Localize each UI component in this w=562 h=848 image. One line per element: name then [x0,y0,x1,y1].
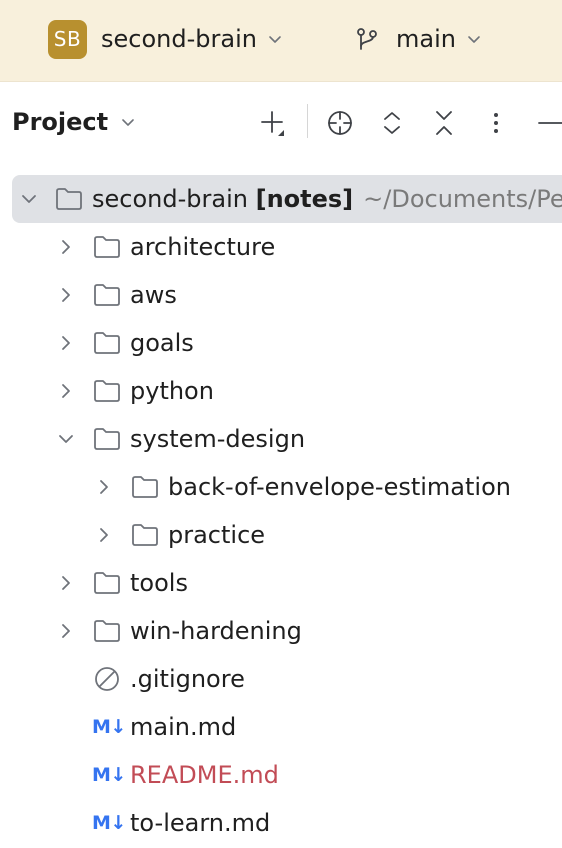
folder-icon [132,476,158,498]
toolbar-separator [307,104,308,138]
branch-name: main [396,25,456,53]
options-button[interactable] [479,106,513,140]
collapse-all-button[interactable] [427,106,461,140]
tree-item-to-learn-md[interactable]: M↓ to-learn.md [0,799,562,847]
tree-item-back-of-envelope-estimation[interactable]: back-of-envelope-estimation [0,463,562,511]
new-element-button[interactable] [256,106,290,140]
crosshair-icon [328,111,352,135]
chevron-right-icon[interactable] [57,622,75,640]
project-path: ~/Documents/Pe [363,185,562,213]
folder-icon [94,284,120,306]
project-switcher[interactable]: SB second-brain [48,18,283,60]
tree-item-label: architecture [130,233,276,261]
tool-window-title: Project [12,108,109,136]
project-name: second-brain [92,185,248,213]
chevron-down-icon [269,36,281,43]
folder-icon [94,380,120,402]
markdown-icon: M↓ [92,764,126,786]
view-selector[interactable]: Project [12,108,136,136]
tree-item-tools[interactable]: tools [0,559,562,607]
tree-item-label: README.md [130,761,279,789]
main-toolbar: SB second-brain main [0,0,562,82]
tree-item-main-md[interactable]: M↓ main.md [0,703,562,751]
tree-item-win-hardening[interactable]: win-hardening [0,607,562,655]
more-vertical-icon [494,113,498,133]
tree-item-label: .gitignore [130,665,245,693]
tree-item-goals[interactable]: goals [0,319,562,367]
tree-item-readme-md[interactable]: M↓ README.md [0,751,562,799]
ignore-file-icon [95,667,119,691]
folder-icon [94,236,120,258]
markdown-icon: M↓ [92,812,126,834]
chevron-down-icon [468,36,480,43]
tree-item-label: practice [168,521,266,549]
tree-item-label: back-of-envelope-estimation [168,473,511,501]
chevron-right-icon[interactable] [57,238,75,256]
tree-item-label: aws [130,281,177,309]
hide-button[interactable] [531,106,562,140]
tree-item-label: win-hardening [130,617,302,645]
tree-item-label: goals [130,329,194,357]
branch-switcher[interactable]: main [354,18,482,60]
tree-root[interactable]: second-brain [notes] ~/Documents/Pe [12,175,562,223]
tree-item-aws[interactable]: aws [0,271,562,319]
chevron-down-icon[interactable] [20,190,38,208]
tree-item-architecture[interactable]: architecture [0,223,562,271]
chevron-right-icon[interactable] [57,286,75,304]
chevron-right-icon[interactable] [95,526,113,544]
markdown-icon: M↓ [92,716,126,738]
collapse-all-icon [436,111,452,135]
tree-item-gitignore[interactable]: .gitignore [0,655,562,703]
folder-icon [94,428,120,450]
expand-all-icon [384,112,400,134]
chevron-down-icon [122,119,134,126]
folder-icon [94,332,120,354]
git-branch-icon [357,28,377,50]
expand-all-button[interactable] [375,106,409,140]
tree-item-label: to-learn.md [130,809,271,837]
locate-file-button[interactable] [323,106,357,140]
tree-item-system-design[interactable]: system-design [0,415,562,463]
folder-icon [56,188,82,210]
folder-icon [94,572,120,594]
tree-root-label: second-brain [notes] ~/Documents/Pe [92,183,562,215]
chevron-right-icon[interactable] [95,478,113,496]
project-tool-window-header: Project [0,100,562,152]
folder-icon [132,524,158,546]
chevron-right-icon[interactable] [57,574,75,592]
tree-item-practice[interactable]: practice [0,511,562,559]
chevron-down-icon[interactable] [57,430,75,448]
tree-item-label: main.md [130,713,237,741]
project-tree: second-brain [notes] ~/Documents/Pe archi… [0,175,562,847]
folder-icon [94,620,120,642]
chevron-right-icon[interactable] [57,382,75,400]
tree-item-label: system-design [130,425,306,453]
project-avatar: SB [48,19,87,59]
tree-item-label: tools [130,569,188,597]
tree-item-python[interactable]: python [0,367,562,415]
module-qualifier: [notes] [255,185,354,213]
plus-icon [261,111,284,136]
chevron-right-icon[interactable] [57,334,75,352]
project-name: second-brain [101,25,257,53]
minimize-icon [538,122,562,124]
tree-item-label: python [130,377,214,405]
